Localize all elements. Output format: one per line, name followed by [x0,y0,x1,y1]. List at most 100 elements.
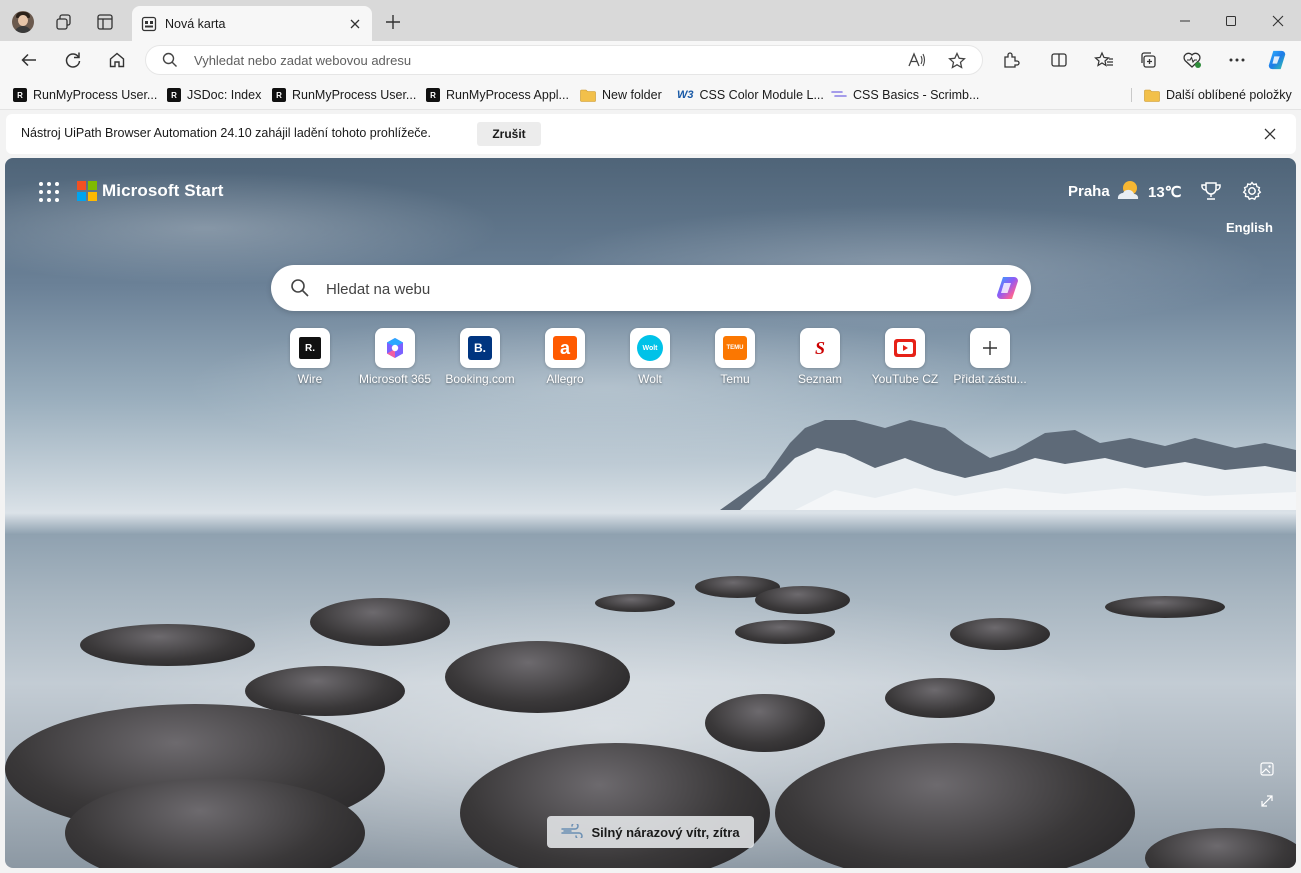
quick-link-microsoft365[interactable]: Microsoft 365 [355,328,435,386]
back-button[interactable] [18,49,40,71]
tab-title: Nová karta [165,17,226,31]
infobar-message: Nástroj UiPath Browser Automation 24.10 … [21,126,431,140]
partly-sunny-icon[interactable] [1114,177,1144,208]
extensions-icon[interactable] [1000,49,1022,71]
wind-icon [561,821,584,841]
quick-link-seznam[interactable]: S Seznam [780,328,860,386]
copilot-icon[interactable] [1266,49,1288,71]
bookmark-folder[interactable]: New folder [580,86,662,104]
brand-name[interactable]: Microsoft Start [102,181,223,201]
bookmark-item[interactable]: CSS Basics - Scrimb... [831,86,979,104]
bookmark-label: JSDoc: Index [187,88,262,102]
bookmark-label: RunMyProcess User... [292,88,417,102]
runmyprocess-icon: R [167,88,181,102]
bookmark-item[interactable]: R RunMyProcess User... [13,86,157,104]
bookmark-label: CSS Basics - Scrimb... [853,88,980,102]
bookmark-label: RunMyProcess User... [33,88,158,102]
bookmarks-divider [1131,88,1132,102]
home-button[interactable] [106,49,128,71]
quick-link-label: Wolt [638,372,662,386]
expand-icon[interactable] [1260,794,1274,811]
split-screen-icon[interactable] [1048,49,1070,71]
favorite-star-icon[interactable] [948,51,966,73]
rock [595,594,675,612]
cancel-button[interactable]: Zrušit [477,122,541,146]
quick-link-label: Seznam [797,372,843,386]
browser-essentials-icon[interactable] [1181,49,1203,71]
wolt-icon: Wolt [630,328,670,368]
minimize-button[interactable] [1173,10,1197,32]
rock [735,620,835,644]
web-search-box[interactable] [271,265,1031,311]
bookmark-label: RunMyProcess Appl... [446,88,569,102]
bookmark-item[interactable]: R RunMyProcess Appl... [426,86,569,104]
address-input[interactable] [194,51,834,69]
quick-link-label: Microsoft 365 [358,372,432,386]
bookmark-item[interactable]: W3 CSS Color Module L... [677,86,824,104]
language-link[interactable]: English [1226,220,1273,235]
quick-link-label: Booking.com [445,372,515,386]
quick-link-wolt[interactable]: Wolt Wolt [610,328,690,386]
profile-avatar[interactable] [12,11,34,33]
rock [705,694,825,752]
quick-link-youtube[interactable]: YouTube CZ [865,328,945,386]
youtube-icon [885,328,925,368]
debugging-infobar: Nástroj UiPath Browser Automation 24.10 … [6,114,1296,154]
tab-close-icon[interactable] [346,15,364,33]
rock [1105,596,1225,618]
microsoft-logo-icon [77,181,97,201]
weather-city[interactable]: Praha [1068,183,1110,200]
infobar-close-icon[interactable] [1262,126,1278,142]
rock [80,624,255,666]
quick-link-add[interactable]: Přidat zástu... [950,328,1030,386]
new-tab-button[interactable] [383,12,403,32]
scrimba-icon [831,88,847,102]
close-window-button[interactable] [1266,10,1290,32]
quick-link-booking[interactable]: B. Booking.com [440,328,520,386]
read-aloud-icon[interactable] [908,52,926,71]
more-options-icon[interactable] [1226,49,1248,71]
bookmark-item[interactable]: R RunMyProcess User... [272,86,416,104]
allegro-icon: a [545,328,585,368]
quick-link-allegro[interactable]: a Allegro [525,328,605,386]
weather-alert-text: Silný nárazový vítr, zítra [591,824,740,840]
image-info-icon[interactable] [1260,762,1274,779]
folder-icon [580,89,596,102]
tab-actions-icon[interactable] [95,12,115,32]
quick-link-label: Přidat zástu... [953,372,1027,386]
quick-link-label: YouTube CZ [871,372,939,386]
new-tab-icon [141,16,157,35]
settings-gear-icon[interactable] [1241,180,1263,205]
bookmark-item[interactable]: R JSDoc: Index [167,86,261,104]
web-search-input[interactable] [326,279,966,299]
rock [885,678,995,718]
plus-icon [970,328,1010,368]
favorites-icon[interactable] [1093,49,1115,71]
rewards-trophy-icon[interactable] [1200,180,1222,205]
tab-new-tab[interactable]: Nová karta [132,6,372,42]
address-bar[interactable] [145,45,983,75]
quick-link-label: Allegro [546,372,584,386]
other-favorites-folder[interactable]: Další oblíbené položky [1144,86,1292,104]
search-icon [290,278,310,301]
toolbar [0,41,1301,79]
copilot-icon[interactable] [993,274,1023,305]
apps-launcher-icon[interactable] [39,182,59,202]
runmyprocess-icon: R [272,88,286,102]
rock [755,586,850,614]
weather-alert-pill[interactable]: Silný nárazový vítr, zítra [547,816,754,848]
booking-icon: B. [460,328,500,368]
rock [445,641,630,713]
workspaces-icon[interactable] [54,12,74,32]
quick-link-wire[interactable]: R. Wire [270,328,350,386]
weather-temperature[interactable]: 13℃ [1148,183,1182,201]
bookmark-label: New folder [602,88,662,102]
temu-icon: TEMU [715,328,755,368]
bookmark-label: CSS Color Module L... [699,88,824,102]
refresh-button[interactable] [62,49,84,71]
maximize-button[interactable] [1219,10,1243,32]
collections-icon[interactable] [1137,49,1159,71]
new-tab-page: Microsoft Start Praha 13℃ English R. Wir… [5,158,1296,868]
rock [310,598,450,646]
quick-link-temu[interactable]: TEMU Temu [695,328,775,386]
